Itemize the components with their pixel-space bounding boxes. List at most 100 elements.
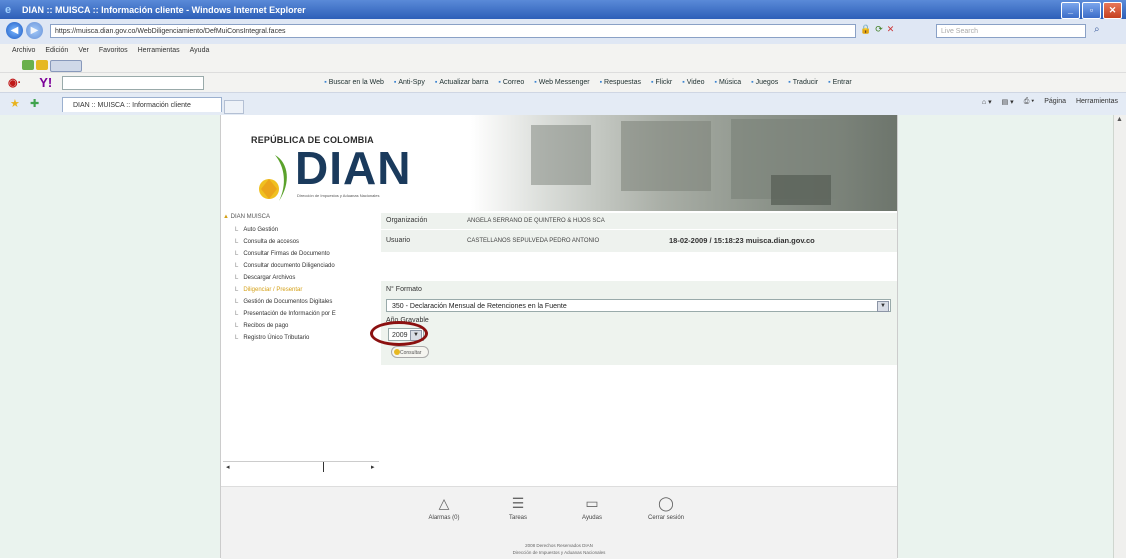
copyright-text: 2008 Derechos Reservados DIAN bbox=[525, 543, 593, 548]
home-icon[interactable]: ⌂ ▾ bbox=[982, 98, 992, 106]
links-toolbar bbox=[0, 58, 1126, 73]
yahoo-logo[interactable]: Y! bbox=[39, 75, 52, 90]
close-button[interactable]: ✕ bbox=[1103, 2, 1122, 19]
feeds-icon[interactable]: ▤ ▾ bbox=[1002, 98, 1014, 106]
dian-logo-icon bbox=[259, 155, 287, 201]
consultar-icon bbox=[394, 349, 400, 355]
logout-icon: ◯ bbox=[658, 495, 674, 511]
yahoo-settings-icon[interactable]: ◉· bbox=[8, 76, 21, 89]
sidebar-item-descargar-archivos[interactable]: Descargar Archivos bbox=[235, 275, 295, 281]
add-favorites-icon[interactable]: ✚ bbox=[30, 97, 39, 110]
yahoo-item-entrar[interactable]: Entrar bbox=[828, 79, 852, 86]
page-menu[interactable]: Página bbox=[1044, 98, 1066, 106]
menu-favoritos[interactable]: Favoritos bbox=[99, 44, 128, 58]
help-icon: ▭ bbox=[585, 495, 599, 511]
sidebar-item-consultar-firmas[interactable]: Consultar Firmas de Documento bbox=[235, 251, 329, 257]
maximize-button[interactable]: ▫ bbox=[1082, 2, 1101, 19]
page-footer: △ Alarmas (0) ☰ Tareas ▭ Ayudas ◯ Cerrar… bbox=[221, 486, 897, 559]
yahoo-item-antispy[interactable]: Anti-Spy bbox=[394, 79, 424, 86]
menu-ayuda[interactable]: Ayuda bbox=[190, 44, 210, 58]
window-controls: _ ▫ ✕ bbox=[1061, 2, 1122, 19]
search-icon[interactable]: ⌕ bbox=[1094, 24, 1100, 35]
minimize-button[interactable]: _ bbox=[1061, 2, 1080, 19]
menu-archivo[interactable]: Archivo bbox=[12, 44, 35, 58]
yahoo-item-traducir[interactable]: Traducir bbox=[788, 79, 818, 86]
yahoo-item-buscar[interactable]: Buscar en la Web bbox=[324, 79, 384, 86]
sidebar-item-presentacion-informacion[interactable]: Presentación de Información por E bbox=[235, 311, 335, 317]
sidebar-item-recibos-pago[interactable]: Recibos de pago bbox=[235, 323, 288, 329]
formato-label: N° Formato bbox=[386, 286, 422, 293]
print-icon[interactable]: ⎙ ▾ bbox=[1024, 98, 1035, 106]
favorites-star-icon[interactable]: ★ bbox=[10, 97, 20, 110]
sidebar-item-rut[interactable]: Registro Único Tributario bbox=[235, 335, 309, 341]
browser-window: e DIAN :: MUISCA :: Información cliente … bbox=[0, 0, 1126, 559]
form-box: N° Formato 350 - Declaración Mensual de … bbox=[370, 281, 897, 365]
menu-ver[interactable]: Ver bbox=[78, 44, 89, 58]
alarmas-label: Alarmas (0) bbox=[428, 515, 460, 521]
toolbar-button-2[interactable] bbox=[36, 60, 48, 70]
ie-icon: e bbox=[5, 3, 12, 16]
ayudas-button[interactable]: ▭ Ayudas bbox=[567, 495, 617, 521]
session-datetime: 18-02-2009 / 15:18:23 muisca.dian.gov.co bbox=[669, 236, 815, 245]
dian-logo-subtitle: Dirección de Impuestos y Aduanas Naciona… bbox=[297, 193, 380, 198]
highlight-annotation bbox=[370, 321, 428, 346]
new-tab-button[interactable] bbox=[224, 100, 244, 114]
yahoo-item-flickr[interactable]: Flickr bbox=[651, 79, 673, 86]
address-input[interactable]: https://muisca.dian.gov.co/WebDiligencia… bbox=[50, 24, 856, 38]
search-input[interactable]: Live Search bbox=[936, 24, 1086, 38]
sidebar-item-gestion-documentos[interactable]: Gestión de Documentos Digitales bbox=[235, 299, 332, 305]
sidebar-item-consulta-accesos[interactable]: Consulta de accesos bbox=[235, 239, 299, 245]
organizacion-row: Organización ANGELA SERRANO DE QUINTERO … bbox=[381, 213, 897, 230]
toolbar-button-3[interactable] bbox=[50, 60, 82, 72]
scroll-up-icon[interactable]: ▲ bbox=[1114, 116, 1125, 127]
title-bar: e DIAN :: MUISCA :: Información cliente … bbox=[0, 0, 1126, 19]
menu-edicion[interactable]: Edición bbox=[45, 44, 68, 58]
tareas-label: Tareas bbox=[508, 515, 527, 521]
menu-bar: Archivo Edición Ver Favoritos Herramient… bbox=[0, 44, 1126, 58]
yahoo-item-messenger[interactable]: Web Messenger bbox=[534, 79, 590, 86]
sidebar-item-consultar-documento[interactable]: Consultar documento Diligenciado bbox=[235, 263, 334, 269]
address-tools: 🔒 ⟳ ✕ bbox=[860, 24, 908, 38]
usuario-value: CASTELLANOS SEPULVEDA PEDRO ANTONIO bbox=[467, 238, 600, 244]
page-header: REPÚBLICA DE COLOMBIA DIAN Dirección de … bbox=[221, 115, 897, 211]
scroll-right-icon[interactable]: ▸ bbox=[371, 463, 375, 471]
refresh-icon[interactable]: ⟳ bbox=[875, 24, 883, 38]
dian-logo-text: DIAN bbox=[295, 142, 412, 194]
yahoo-toolbar: ◉· Y! Buscar en la Web Anti-Spy Actualiz… bbox=[0, 73, 1126, 93]
cerrar-sesion-label: Cerrar sesión bbox=[647, 515, 684, 521]
tareas-button[interactable]: ☰ Tareas bbox=[493, 495, 543, 521]
consultar-button[interactable]: Consultar bbox=[391, 346, 429, 358]
sidebar-tree: ▲ DIAN MUISCA Auto Gestión Consulta de a… bbox=[221, 211, 381, 486]
lock-icon[interactable]: 🔒 bbox=[860, 24, 871, 38]
cerrar-sesion-button[interactable]: ◯ Cerrar sesión bbox=[641, 495, 691, 521]
vertical-scrollbar[interactable] bbox=[1113, 115, 1126, 558]
alarmas-button[interactable]: △ Alarmas (0) bbox=[419, 495, 469, 521]
yahoo-search-input[interactable] bbox=[62, 75, 205, 90]
tab-dian-muisca[interactable]: DIAN :: MUISCA :: Información cliente bbox=[62, 97, 222, 112]
chevron-down-icon[interactable]: ▼ bbox=[877, 301, 889, 312]
formato-value: 350 - Declaración Mensual de Retenciones… bbox=[392, 303, 567, 310]
scroll-left-icon[interactable]: ◂ bbox=[226, 463, 230, 471]
ayudas-label: Ayudas bbox=[582, 515, 602, 521]
yahoo-item-video[interactable]: Video bbox=[682, 79, 705, 86]
yahoo-item-correo[interactable]: Correo bbox=[498, 79, 524, 86]
toolbar-button-1[interactable] bbox=[22, 60, 34, 70]
yahoo-item-juegos[interactable]: Juegos bbox=[751, 79, 779, 86]
stop-icon[interactable]: ✕ bbox=[887, 24, 895, 38]
entity-text: Dirección de Impuestos y Aduanas Naciona… bbox=[512, 550, 606, 555]
sidebar-item-auto-gestion[interactable]: Auto Gestión bbox=[235, 227, 278, 233]
sidebar-hscroll[interactable]: ◂ ▸ bbox=[223, 461, 379, 472]
tools-menu[interactable]: Herramientas bbox=[1076, 98, 1118, 106]
forward-icon[interactable]: ▶ bbox=[26, 22, 43, 39]
menu-herramientas[interactable]: Herramientas bbox=[138, 44, 180, 58]
window-title: DIAN :: MUISCA :: Información cliente - … bbox=[22, 4, 306, 15]
yahoo-item-musica[interactable]: Música bbox=[714, 79, 741, 86]
scroll-thumb[interactable] bbox=[323, 462, 324, 472]
yahoo-item-actualizar[interactable]: Actualizar barra bbox=[435, 79, 488, 86]
sidebar-item-diligenciar[interactable]: Diligenciar / Presentar bbox=[235, 287, 302, 293]
back-icon[interactable]: ◀ bbox=[6, 22, 23, 39]
tree-root[interactable]: ▲ DIAN MUISCA bbox=[223, 214, 270, 220]
tab-tools: ⌂ ▾ ▤ ▾ ⎙ ▾ Página Herramientas bbox=[982, 98, 1118, 106]
formato-select[interactable]: 350 - Declaración Mensual de Retenciones… bbox=[386, 299, 891, 312]
yahoo-item-respuestas[interactable]: Respuestas bbox=[600, 79, 641, 86]
